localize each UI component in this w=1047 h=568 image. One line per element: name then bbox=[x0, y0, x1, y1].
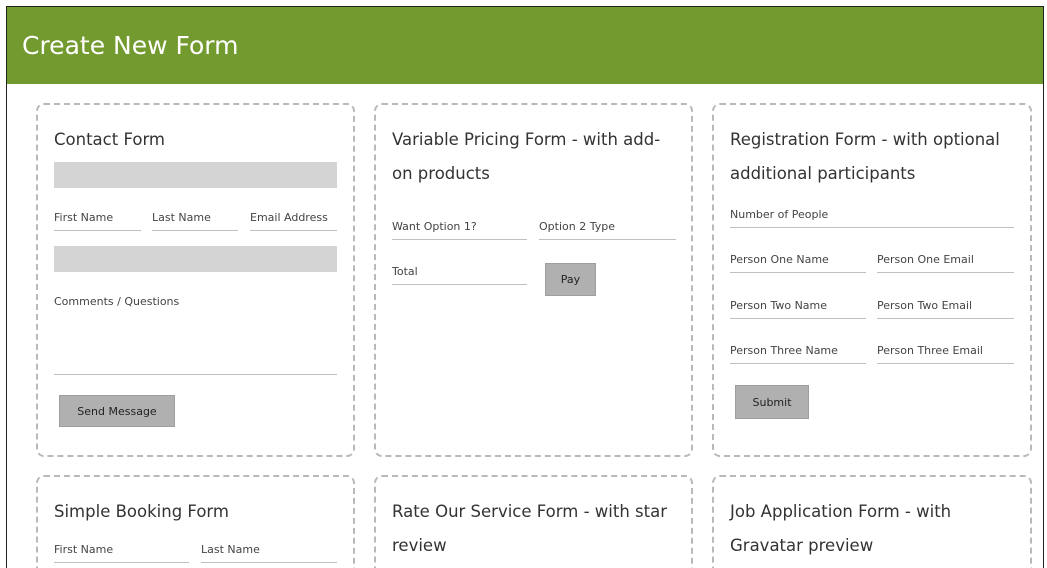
rate-our-service-form-card[interactable]: Rate Our Service Form - with star review bbox=[374, 475, 693, 568]
job-application-form-card[interactable]: Job Application Form - with Gravatar pre… bbox=[712, 475, 1032, 568]
person-three-name-field[interactable]: Person Three Name bbox=[730, 344, 866, 364]
person-one-name-field[interactable]: Person One Name bbox=[730, 253, 866, 273]
option-1-field[interactable]: Want Option 1? bbox=[392, 220, 527, 240]
card-title: Registration Form - with optional additi… bbox=[730, 130, 1000, 183]
registration-form-card[interactable]: Registration Form - with optional additi… bbox=[712, 103, 1032, 457]
submit-button[interactable]: Submit bbox=[735, 385, 809, 419]
simple-booking-form-card[interactable]: Simple Booking Form First Name Last Name bbox=[36, 475, 355, 568]
comments-field[interactable]: Comments / Questions bbox=[54, 295, 337, 375]
pay-button[interactable]: Pay bbox=[545, 263, 596, 296]
variable-pricing-form-card[interactable]: Variable Pricing Form - with add-on prod… bbox=[374, 103, 693, 457]
card-title: Simple Booking Form bbox=[54, 502, 229, 521]
contact-form-card[interactable]: Contact Form First Name Last Name Email … bbox=[36, 103, 355, 457]
card-title: Contact Form bbox=[54, 130, 166, 149]
person-one-email-field[interactable]: Person One Email bbox=[877, 253, 1014, 273]
page-title: Create New Form bbox=[22, 31, 239, 60]
last-name-field[interactable]: Last Name bbox=[152, 211, 238, 231]
option-2-type-field[interactable]: Option 2 Type bbox=[539, 220, 676, 240]
send-message-button[interactable]: Send Message bbox=[59, 395, 175, 427]
person-two-email-field[interactable]: Person Two Email bbox=[877, 299, 1014, 319]
number-of-people-field[interactable]: Number of People bbox=[730, 208, 1014, 228]
first-name-field[interactable]: First Name bbox=[54, 543, 189, 563]
person-two-name-field[interactable]: Person Two Name bbox=[730, 299, 866, 319]
form-section-bar bbox=[54, 246, 337, 272]
form-header-bar bbox=[54, 162, 337, 188]
card-title: Variable Pricing Form - with add-on prod… bbox=[392, 130, 661, 183]
email-field[interactable]: Email Address bbox=[250, 211, 337, 231]
person-three-email-field[interactable]: Person Three Email bbox=[877, 344, 1014, 364]
card-title: Rate Our Service Form - with star review bbox=[392, 502, 667, 555]
last-name-field[interactable]: Last Name bbox=[201, 543, 337, 563]
first-name-field[interactable]: First Name bbox=[54, 211, 141, 231]
app-window: Create New Form Contact Form First Name … bbox=[6, 6, 1044, 568]
total-field[interactable]: Total bbox=[392, 265, 527, 285]
page-header: Create New Form bbox=[7, 7, 1043, 84]
card-title: Job Application Form - with Gravatar pre… bbox=[730, 502, 952, 555]
